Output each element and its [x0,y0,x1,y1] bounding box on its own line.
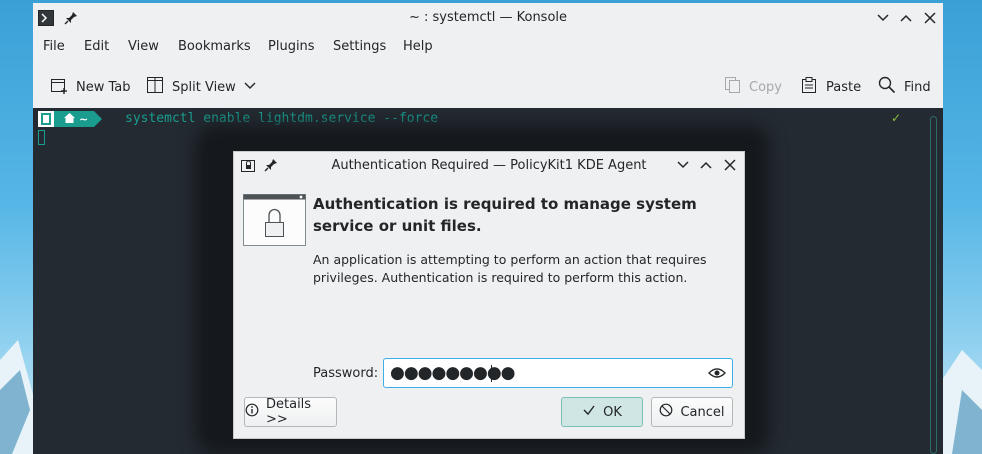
paste-button[interactable]: Paste [800,76,861,98]
mountain-right [942,350,982,454]
cancel-icon [659,403,673,421]
menu-file[interactable]: File [43,39,65,54]
chevron-down-icon[interactable] [674,156,692,174]
search-icon [878,76,896,98]
menu-view[interactable]: View [128,39,159,54]
menu-settings[interactable]: Settings [333,39,386,54]
status-check-icon: ✓ [891,111,902,125]
menu-bar: File Edit View Bookmarks Plugins Setting… [33,33,943,61]
password-mask: ●●●●●●●●● [390,363,516,383]
os-icon [38,111,54,127]
copy-label: Copy [749,79,782,95]
menu-bookmarks[interactable]: Bookmarks [178,39,251,54]
prompt-directory: ~ [54,111,95,127]
home-icon [64,112,75,126]
lock-icon [243,194,306,246]
prompt-arrow-icon [94,111,103,127]
auth-dialog: Authentication Required — PolicyKit1 KDE… [233,151,745,439]
cancel-label: Cancel [680,404,725,420]
menu-edit[interactable]: Edit [84,39,109,54]
terminal-cursor [38,130,45,145]
menu-help[interactable]: Help [403,39,433,54]
dialog-titlebar[interactable]: Authentication Required — PolicyKit1 KDE… [234,152,744,179]
new-tab-label: New Tab [76,79,131,95]
info-icon [245,403,259,421]
new-tab-button[interactable]: New Tab [50,76,131,98]
find-label: Find [904,79,931,95]
eye-icon[interactable] [708,366,726,380]
password-field[interactable]: ●●●●●●●●● [383,358,733,388]
terminal-scrollbar[interactable] [930,116,937,454]
new-tab-icon [50,76,68,98]
menu-plugins[interactable]: Plugins [268,39,315,54]
konsole-titlebar[interactable]: ~ : systemctl — Konsole [33,3,943,33]
ok-label: OK [603,404,622,420]
toolbar: New Tab Split View Copy Paste Find [33,63,943,109]
dialog-description: An application is attempting to perform … [313,252,707,285]
cancel-button[interactable]: Cancel [651,397,733,427]
chevron-up-icon[interactable] [697,156,715,174]
text-caret [491,365,492,382]
copy-icon [723,76,741,98]
ok-button[interactable]: OK [561,397,643,427]
chevron-down-icon[interactable] [873,8,893,28]
dialog-title: Authentication Required — PolicyKit1 KDE… [331,158,647,173]
dialog-heading: Authentication is required to manage sys… [313,195,697,235]
split-view-label: Split View [172,79,236,95]
close-icon[interactable] [920,8,940,28]
close-icon[interactable] [721,156,739,174]
prompt-dir-text: ~ [79,112,89,126]
split-view-button[interactable]: Split View [146,76,256,98]
split-view-icon [146,76,164,98]
chevron-down-icon[interactable] [244,79,256,95]
details-label: Details >> [266,397,312,427]
find-button[interactable]: Find [878,76,931,98]
copy-button[interactable]: Copy [723,76,782,98]
check-icon [582,403,596,421]
chevron-up-icon[interactable] [896,8,916,28]
window-title: ~ : systemctl — Konsole [408,10,568,25]
details-button[interactable]: Details >> [244,397,337,427]
paste-icon [800,76,818,98]
password-label: Password: [313,366,379,381]
shell-prompt: ~ [38,111,103,127]
paste-label: Paste [826,79,862,95]
